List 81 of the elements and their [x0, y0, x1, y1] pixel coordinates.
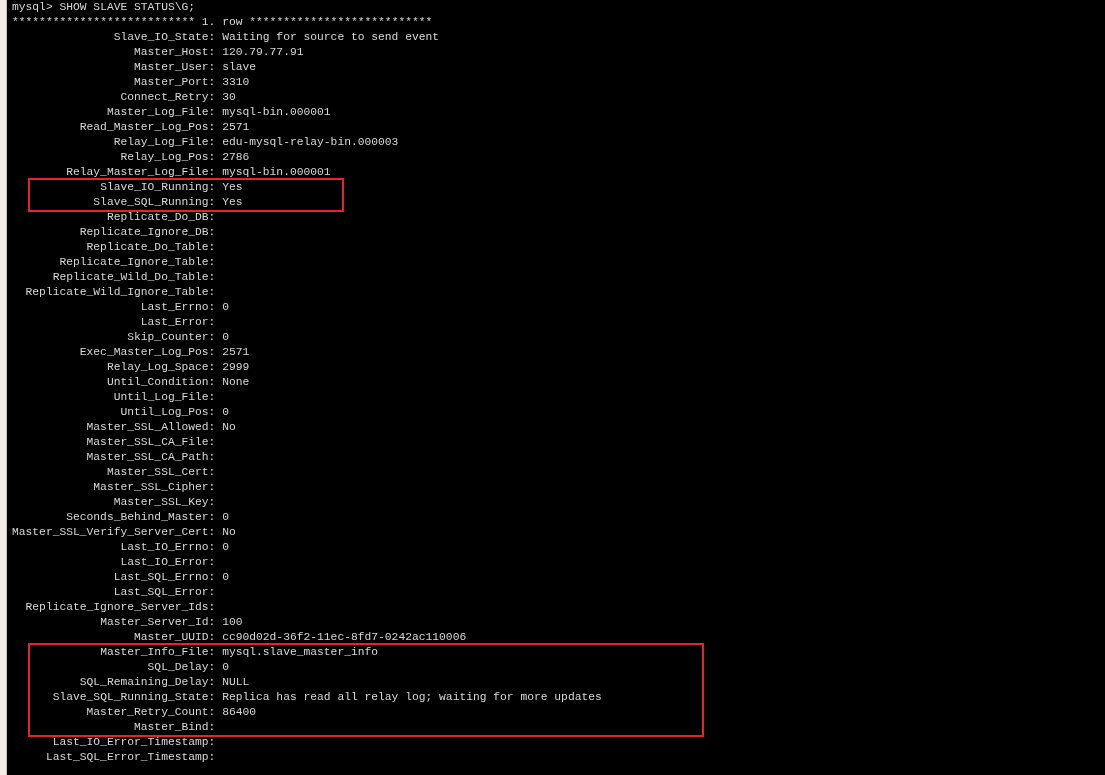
field-value: 2999	[222, 360, 250, 375]
field-label: Last_IO_Error_Timestamp:	[51, 735, 216, 750]
field-label: Master_SSL_Allowed:	[85, 420, 216, 435]
field-label: Until_Log_Pos:	[119, 405, 216, 420]
field-value: No	[222, 420, 236, 435]
field-label: SQL_Remaining_Delay:	[78, 675, 216, 690]
field-label: Master_SSL_Verify_Server_Cert:	[12, 525, 216, 540]
field-value: 2571	[222, 345, 250, 360]
field-value: cc90d02d-36f2-11ec-8fd7-0242ac110006	[222, 630, 467, 645]
field-value: NULL	[222, 675, 250, 690]
field-label: Read_Master_Log_Pos:	[78, 120, 216, 135]
field-label: Master_Bind:	[133, 720, 216, 735]
field-value: 0	[222, 570, 229, 585]
field-label: Slave_SQL_Running_State:	[51, 690, 216, 705]
field-label: Master_SSL_CA_File:	[85, 435, 216, 450]
field-label: Replicate_Wild_Ignore_Table:	[24, 285, 216, 300]
field-label: Last_SQL_Error_Timestamp:	[44, 750, 216, 765]
field-label: Master_Retry_Count:	[85, 705, 216, 720]
field-label: Master_User:	[133, 60, 216, 75]
field-value: 120.79.77.91	[222, 45, 304, 60]
field-label: Replicate_Ignore_DB:	[78, 225, 216, 240]
field-label: Until_Log_File:	[112, 390, 216, 405]
field-label: Last_SQL_Errno:	[112, 570, 216, 585]
field-value: 2571	[222, 120, 250, 135]
field-label: Relay_Log_Space:	[105, 360, 216, 375]
field-value: edu-mysql-relay-bin.000003	[222, 135, 399, 150]
field-value: mysql-bin.000001	[222, 165, 331, 180]
field-label: Master_Info_File:	[99, 645, 216, 660]
field-value: Yes	[222, 195, 243, 210]
command-line: mysql> SHOW SLAVE STATUS\G;	[12, 0, 196, 15]
field-label: Master_SSL_Cert:	[105, 465, 216, 480]
field-label: Until_Condition:	[105, 375, 216, 390]
field-label: Slave_SQL_Running:	[92, 195, 216, 210]
field-label: Last_Errno:	[139, 300, 216, 315]
field-label: Master_SSL_Cipher:	[92, 480, 216, 495]
field-label: SQL_Delay:	[146, 660, 216, 675]
field-label: Exec_Master_Log_Pos:	[78, 345, 216, 360]
field-value: 0	[222, 330, 229, 345]
field-value: 86400	[222, 705, 257, 720]
field-value: 0	[222, 300, 229, 315]
field-label: Replicate_Ignore_Table:	[58, 255, 216, 270]
field-value: 0	[222, 660, 229, 675]
field-label: Slave_IO_State:	[112, 30, 216, 45]
field-label: Relay_Master_Log_File:	[65, 165, 216, 180]
field-label: Replicate_Do_DB:	[105, 210, 216, 225]
field-label: Last_SQL_Error:	[112, 585, 216, 600]
field-label: Last_Error:	[139, 315, 216, 330]
field-label: Skip_Counter:	[126, 330, 216, 345]
field-value: No	[222, 525, 236, 540]
field-value: mysql.slave_master_info	[222, 645, 379, 660]
field-label: Master_Port:	[133, 75, 216, 90]
field-label: Replicate_Do_Table:	[85, 240, 216, 255]
field-value: slave	[222, 60, 257, 75]
field-label: Relay_Log_File:	[112, 135, 216, 150]
field-value: 0	[222, 510, 229, 525]
field-value: Replica has read all relay log; waiting for more updates	[222, 690, 602, 705]
field-value: 100	[222, 615, 243, 630]
field-value: 3310	[222, 75, 250, 90]
field-value: 30	[222, 90, 236, 105]
field-label: Master_UUID:	[133, 630, 216, 645]
row-header: *************************** 1. row ***************************	[12, 15, 433, 30]
field-label: Master_Host:	[133, 45, 216, 60]
field-label: Master_Log_File:	[105, 105, 216, 120]
field-label: Relay_Log_Pos:	[119, 150, 216, 165]
field-label: Master_SSL_CA_Path:	[85, 450, 216, 465]
field-label: Seconds_Behind_Master:	[65, 510, 216, 525]
field-value: mysql-bin.000001	[222, 105, 331, 120]
field-value: 0	[222, 540, 229, 555]
field-value: 0	[222, 405, 229, 420]
field-value: 2786	[222, 150, 250, 165]
field-value: Waiting for source to send event	[222, 30, 440, 45]
field-label: Connect_Retry:	[119, 90, 216, 105]
field-value: None	[222, 375, 250, 390]
field-label: Slave_IO_Running:	[99, 180, 216, 195]
field-label: Master_Server_Id:	[99, 615, 216, 630]
field-label: Last_IO_Errno:	[119, 540, 216, 555]
field-value: Yes	[222, 180, 243, 195]
field-label: Replicate_Ignore_Server_Ids:	[24, 600, 216, 615]
field-label: Last_IO_Error:	[119, 555, 216, 570]
field-label: Replicate_Wild_Do_Table:	[51, 270, 216, 285]
field-label: Master_SSL_Key:	[112, 495, 216, 510]
